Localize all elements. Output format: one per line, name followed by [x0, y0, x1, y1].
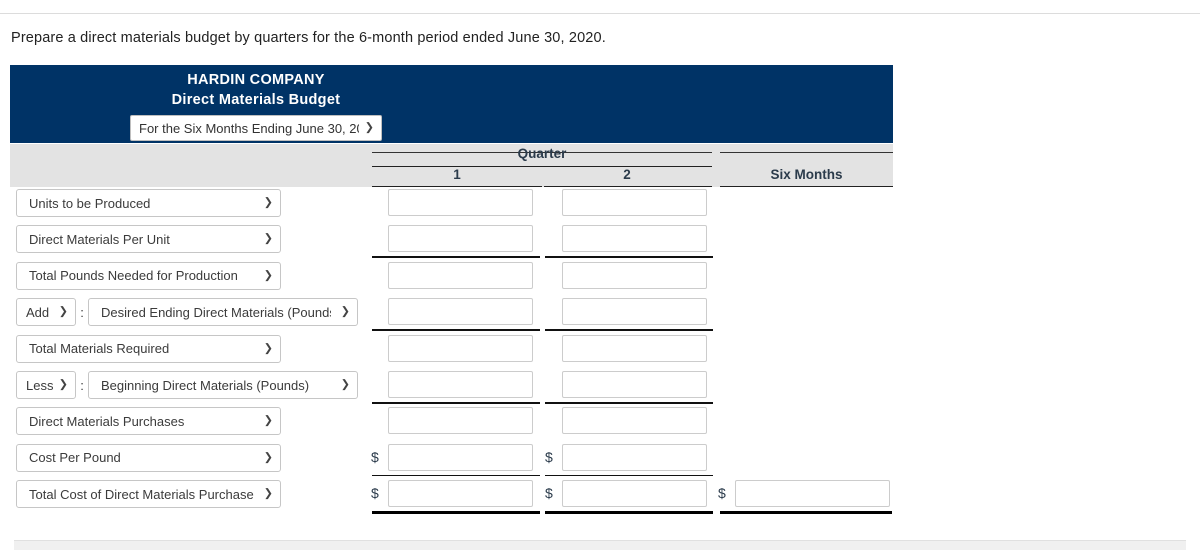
operator-colon: : — [80, 304, 84, 320]
amount-input-q2[interactable] — [562, 443, 707, 471]
amount-input-q1[interactable] — [388, 189, 533, 216]
amount-input-q2[interactable] — [562, 261, 707, 289]
row-label-select[interactable]: Total Materials Required — [16, 334, 281, 363]
row-label-select[interactable]: Total Pounds Needed for Production — [16, 261, 281, 290]
row-label-group: Direct Materials Purchases ❯ — [16, 407, 281, 436]
currency-symbol: $ — [371, 485, 379, 502]
page-footer-divider — [14, 540, 1186, 550]
quarter-group-label: Quarter — [517, 146, 567, 161]
amount-input-q2[interactable] — [562, 371, 707, 398]
amount-input-q2[interactable] — [562, 189, 707, 216]
subtotal-rule-q2 — [545, 329, 713, 331]
q2-header-underline — [544, 186, 712, 187]
subtotal-rule-q2 — [545, 402, 713, 404]
subtotal-rule-q2 — [545, 256, 713, 258]
instruction-text: Prepare a direct materials budget by qua… — [11, 30, 606, 46]
row-label-group: Add ❯: Desired Ending Direct Materials (Po… — [16, 298, 358, 327]
operator-colon: : — [80, 377, 84, 393]
row-label-select[interactable]: Beginning Direct Materials (Pounds) — [88, 371, 358, 399]
row-label-group: Cost Per Pound ❯ — [16, 443, 281, 472]
subtotal-rule-q1 — [372, 256, 540, 258]
row-label-select[interactable]: Desired Ending Direct Materials (Pounds) — [88, 298, 358, 327]
subtotal-rule-q1 — [372, 474, 540, 477]
row-label-group: Less ❯: Beginning Direct Materials (Pounds… — [16, 371, 358, 399]
amount-input-six-months[interactable] — [735, 480, 890, 508]
q1-header-underline — [372, 186, 542, 187]
amount-input-q1[interactable] — [388, 371, 533, 398]
subtotal-rule-q1 — [372, 402, 540, 404]
amount-input-q1[interactable] — [388, 480, 533, 508]
row-label-select[interactable]: Direct Materials Per Unit — [16, 225, 281, 254]
row-label-select[interactable]: Total Cost of Direct Materials Purchases — [16, 480, 281, 509]
row-operator-select[interactable]: Less — [16, 371, 76, 399]
subtotal-rule-q2 — [545, 474, 713, 477]
six-months-header-underline — [720, 186, 893, 187]
amount-input-q1[interactable] — [388, 443, 533, 471]
top-divider — [0, 13, 1200, 14]
amount-input-q2[interactable] — [562, 298, 707, 326]
row-label-group: Total Cost of Direct Materials Purchases… — [16, 480, 281, 509]
currency-symbol: $ — [718, 485, 726, 502]
amount-input-q2[interactable] — [562, 225, 707, 253]
amount-input-q1[interactable] — [388, 334, 533, 362]
row-label-select[interactable]: Cost Per Pound — [16, 443, 281, 472]
total-rule-q1 — [372, 511, 540, 514]
period-select[interactable]: For the Six Months Ending June 30, 2020 — [130, 115, 382, 142]
currency-symbol: $ — [545, 485, 553, 502]
row-label-select[interactable]: Direct Materials Purchases — [16, 407, 281, 436]
statement-title: Direct Materials Budget — [171, 91, 341, 108]
row-label-group: Total Materials Required ❯ — [16, 334, 281, 363]
total-rule-q2 — [545, 511, 713, 514]
amount-input-q2[interactable] — [562, 480, 707, 508]
company-name: HARDIN COMPANY — [187, 72, 325, 88]
row-label-group: Direct Materials Per Unit ❯ — [16, 225, 281, 254]
row-label-select[interactable]: Units to be Produced — [16, 189, 281, 217]
amount-input-q1[interactable] — [388, 225, 533, 253]
statement-header-band: HARDIN COMPANY Direct Materials Budget F… — [10, 65, 893, 143]
subtotal-rule-q1 — [372, 329, 540, 331]
row-label-group: Total Pounds Needed for Production ❯ — [16, 261, 281, 290]
column-header-band: Quarter 1 2 Six Months — [10, 144, 893, 187]
amount-input-q1[interactable] — [388, 298, 533, 326]
currency-symbol: $ — [371, 448, 379, 465]
row-operator-select[interactable]: Add — [16, 298, 76, 327]
amount-input-q1[interactable] — [388, 261, 533, 289]
column-header-q1: 1 — [453, 167, 461, 182]
currency-symbol: $ — [545, 448, 553, 465]
total-rule-six-months — [720, 511, 892, 514]
row-label-group: Units to be Produced ❯ — [16, 189, 281, 217]
amount-input-q2[interactable] — [562, 334, 707, 362]
amount-input-q1[interactable] — [388, 407, 533, 435]
column-header-q2: 2 — [623, 167, 631, 182]
column-header-six-months: Six Months — [770, 167, 843, 182]
six-months-rule-top — [720, 152, 893, 153]
amount-input-q2[interactable] — [562, 407, 707, 435]
